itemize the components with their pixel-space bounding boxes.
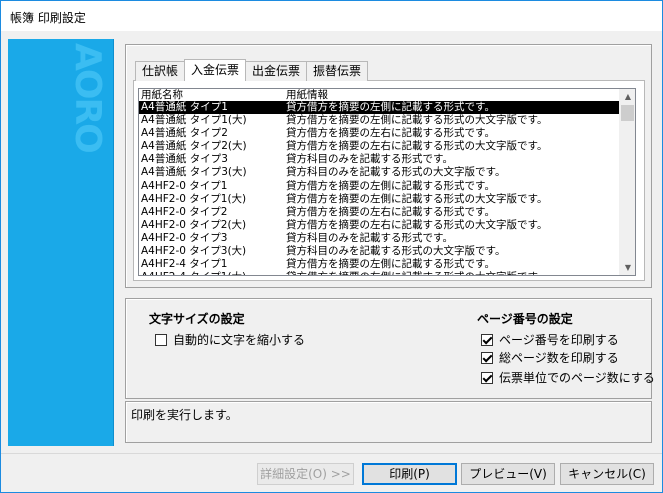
paper-info: 貸方借方を摘要の左右に記載する形式です。 <box>286 205 495 218</box>
print-settings-window: 帳簿 印刷設定 AORO 仕訳帳 入金伝票 出金伝票 振替伝票 用紙名称 用紙情… <box>0 0 663 493</box>
page-number-settings-title: ページ番号の設定 <box>477 312 573 326</box>
paper-name: A4HF2-0 タイプ1 <box>141 179 228 192</box>
list-item[interactable]: A4普通紙 タイプ2(大) 貸方借方を摘要の左右に記載する形式の大文字版です。 <box>139 140 620 153</box>
paper-info: 貸方借方を摘要の左右に記載する形式です。 <box>286 127 495 140</box>
column-paper-name[interactable]: 用紙名称 <box>141 89 183 101</box>
brand-panel: AORO <box>8 39 114 446</box>
list-item[interactable]: A4HF2-4 タイプ1(大) 貸方借方を摘要の左側に記載する形式の大文字版です。 <box>139 271 620 275</box>
auto-shrink-label: 自動的に文字を縮小する <box>173 333 306 347</box>
paper-info: 貸方科目のみを記載する形式の大文字版です。 <box>286 166 506 179</box>
paper-info: 貸方借方を摘要の左側に記載する形式の大文字版です。 <box>286 192 548 205</box>
brand-logo: AORO <box>67 43 108 152</box>
list-item[interactable]: A4普通紙 タイプ3 貸方科目のみを記載する形式です。 <box>139 153 620 166</box>
voucher-tabs: 仕訳帳 入金伝票 出金伝票 振替伝票 <box>135 59 369 81</box>
paper-info: 貸方借方を摘要の左側に記載する形式の大文字版です。 <box>286 114 548 127</box>
paper-info: 貸方借方を摘要の左右に記載する形式の大文字版です。 <box>286 218 548 231</box>
paper-info: 貸方科目のみを記載する形式です。 <box>286 153 453 166</box>
list-item[interactable]: A4HF2-0 タイプ2 貸方借方を摘要の左右に記載する形式です。 <box>139 206 620 219</box>
details-button[interactable]: 詳細設定(O) >> <box>257 463 354 485</box>
divider <box>1 453 662 454</box>
list-item[interactable]: A4HF2-0 タイプ3(大) 貸方科目のみを記載する形式の大文字版です。 <box>139 245 620 258</box>
list-item[interactable]: A4普通紙 タイプ2 貸方借方を摘要の左右に記載する形式です。 <box>139 127 620 140</box>
paper-name: A4普通紙 タイプ1 <box>141 101 228 113</box>
auto-shrink-checkbox[interactable]: 自動的に文字を縮小する <box>155 331 305 348</box>
paper-name: A4HF2-0 タイプ3(大) <box>141 245 247 258</box>
paper-name: A4普通紙 タイプ3 <box>141 153 228 166</box>
paper-info: 貸方借方を摘要の左側に記載する形式の大文字版です。 <box>286 271 547 275</box>
paper-info: 貸方借方を摘要の左側に記載する形式です。 <box>286 101 495 113</box>
print-total-pages-checkbox[interactable]: 総ページ数を印刷する <box>481 349 619 366</box>
paper-info: 貸方借方を摘要の左側に記載する形式です。 <box>286 258 495 271</box>
auto-shrink-checkbox-box[interactable] <box>155 333 167 346</box>
print-total-pages-checkbox-box[interactable] <box>481 351 493 364</box>
paper-info: 貸方科目のみを記載する形式です。 <box>286 231 453 244</box>
list-item[interactable]: A4普通紙 タイプ1(大) 貸方借方を摘要の左側に記載する形式の大文字版です。 <box>139 114 620 127</box>
tab-payment-voucher[interactable]: 出金伝票 <box>245 61 308 81</box>
tab-receipt-voucher[interactable]: 入金伝票 <box>184 59 247 81</box>
list-item[interactable]: A4HF2-0 タイプ1 貸方借方を摘要の左側に記載する形式です。 <box>139 180 620 193</box>
scroll-down-icon[interactable]: ▼ <box>620 260 635 275</box>
per-voucher-page-count-checkbox-box[interactable] <box>481 371 493 384</box>
scroll-thumb[interactable] <box>621 105 634 121</box>
list-item[interactable]: A4HF2-4 タイプ1 貸方借方を摘要の左側に記載する形式です。 <box>139 258 620 271</box>
column-paper-info[interactable]: 用紙情報 <box>286 89 328 101</box>
list-scrollbar[interactable]: ▲ ▼ <box>619 89 635 275</box>
paper-info: 貸方借方を摘要の左側に記載する形式です。 <box>286 179 495 192</box>
list-item[interactable]: A4普通紙 タイプ1 貸方借方を摘要の左側に記載する形式です。 <box>139 101 620 115</box>
list-item[interactable]: A4普通紙 タイプ3(大) 貸方科目のみを記載する形式の大文字版です。 <box>139 166 620 179</box>
list-item[interactable]: A4HF2-0 タイプ3 貸方科目のみを記載する形式です。 <box>139 232 620 245</box>
per-voucher-page-count-label: 伝票単位でのページ数にする <box>499 371 655 385</box>
preview-button[interactable]: プレビュー(V) <box>461 463 555 485</box>
paper-name: A4HF2-0 タイプ3 <box>141 231 228 244</box>
print-button[interactable]: 印刷(P) <box>362 463 457 485</box>
list-rows: A4普通紙 タイプ1 貸方借方を摘要の左側に記載する形式です。 A4普通紙 タイプ1… <box>139 101 620 275</box>
list-item[interactable]: A4HF2-0 タイプ1(大) 貸方借方を摘要の左側に記載する形式の大文字版です。 <box>139 193 620 206</box>
paper-info: 貸方科目のみを記載する形式の大文字版です。 <box>286 245 506 258</box>
cancel-button[interactable]: キャンセル(C) <box>560 463 654 485</box>
list-header: 用紙名称 用紙情報 <box>139 89 620 101</box>
paper-name: A4HF2-0 タイプ1(大) <box>141 192 247 205</box>
status-message: 印刷を実行します。 <box>131 408 238 422</box>
paper-name: A4HF2-0 タイプ2(大) <box>141 218 247 231</box>
window-title: 帳簿 印刷設定 <box>10 11 86 25</box>
paper-info: 貸方借方を摘要の左右に記載する形式の大文字版です。 <box>286 140 548 153</box>
paper-name: A4HF2-4 タイプ1(大) <box>141 271 246 275</box>
title-bar[interactable]: 帳簿 印刷設定 <box>1 1 662 31</box>
paper-list[interactable]: 用紙名称 用紙情報 A4普通紙 タイプ1 貸方借方を摘要の左側に記載する形式です。… <box>138 88 636 276</box>
paper-name: A4HF2-4 タイプ1 <box>141 258 228 271</box>
per-voucher-page-count-checkbox[interactable]: 伝票単位でのページ数にする <box>481 369 655 386</box>
tab-transfer-voucher[interactable]: 振替伝票 <box>306 61 369 81</box>
paper-name: A4普通紙 タイプ2 <box>141 127 228 140</box>
print-total-pages-label: 総ページ数を印刷する <box>499 351 619 365</box>
paper-name: A4普通紙 タイプ2(大) <box>141 140 247 153</box>
tab-journal[interactable]: 仕訳帳 <box>135 61 186 81</box>
print-page-number-label: ページ番号を印刷する <box>499 333 619 347</box>
paper-name: A4普通紙 タイプ1(大) <box>141 114 247 127</box>
print-page-number-checkbox[interactable]: ページ番号を印刷する <box>481 331 619 348</box>
print-page-number-checkbox-box[interactable] <box>481 333 493 346</box>
scroll-up-icon[interactable]: ▲ <box>620 89 635 104</box>
paper-name: A4普通紙 タイプ3(大) <box>141 166 247 179</box>
paper-name: A4HF2-0 タイプ2 <box>141 205 228 218</box>
list-item[interactable]: A4HF2-0 タイプ2(大) 貸方借方を摘要の左右に記載する形式の大文字版です。 <box>139 219 620 232</box>
font-size-settings-title: 文字サイズの設定 <box>149 312 245 326</box>
